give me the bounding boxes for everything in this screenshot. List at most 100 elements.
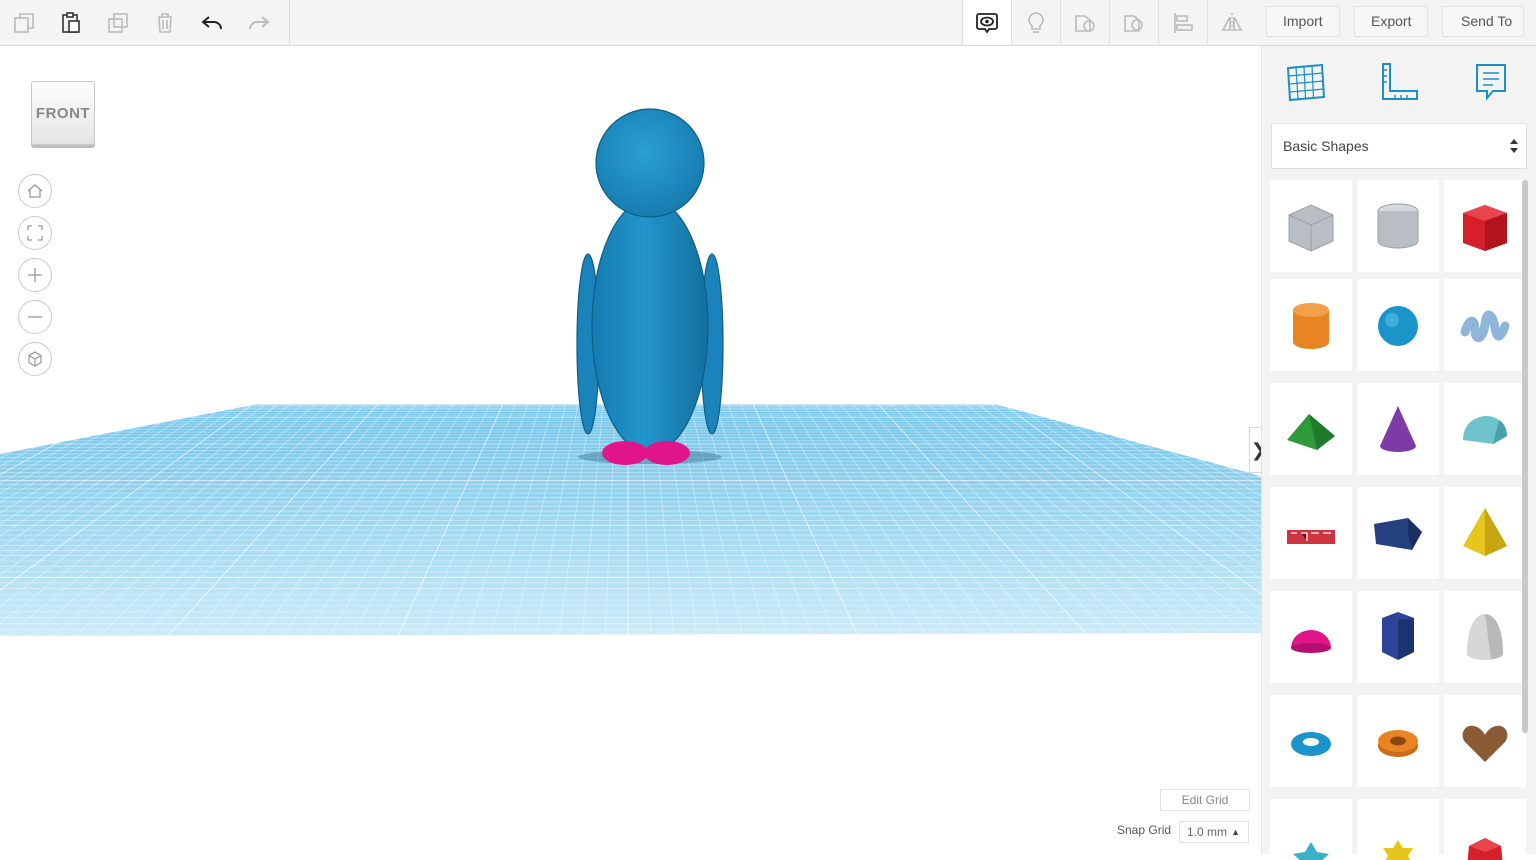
sphere-icon [1378,306,1418,346]
note-lightbulb-icon [1028,11,1044,33]
shape-tile-icosahedron[interactable] [1444,799,1526,860]
redo-button[interactable] [235,0,282,45]
hexagonal-prism-icon [1382,612,1414,660]
paste-button[interactable] [47,0,94,45]
shape-tile-paraboloid[interactable] [1444,591,1526,683]
icosahedron-icon [1467,838,1503,860]
text-icon [1287,530,1335,544]
fit-view-button[interactable] [18,216,52,250]
round-roof-icon [1463,416,1507,444]
undo-button[interactable] [188,0,235,45]
shape-tile-hexagonal-prism[interactable] [1357,591,1439,683]
mirror-icon [1221,12,1243,33]
note-button[interactable] [1011,0,1060,45]
torus-icon [1291,732,1331,756]
right-foot[interactable] [644,441,690,465]
redo-icon [248,15,270,29]
view-cube-label: FRONT [35,104,91,122]
shape-tile-tube[interactable] [1357,695,1439,787]
show-all-button[interactable] [962,0,1011,45]
shape-tile-cylinder-hole[interactable] [1357,180,1439,272]
shape-tile-star[interactable] [1270,799,1352,860]
duplicate-icon [107,12,128,33]
shape-tile-polygon[interactable] [1357,487,1439,579]
delete-button[interactable] [141,0,188,45]
align-icon [1174,12,1193,33]
box-icon [1463,205,1507,251]
shape-tile-torus[interactable] [1270,695,1352,787]
import-button[interactable]: Import [1266,6,1340,37]
show-all-icon [976,12,998,34]
align-button[interactable] [1158,0,1207,45]
notes-tab[interactable] [1467,58,1515,106]
half-sphere-icon [1291,630,1331,653]
left-foot[interactable] [602,441,648,465]
duplicate-button[interactable] [94,0,141,45]
hole-shape-icon [1124,14,1143,32]
shape-tile-box-hole[interactable] [1270,180,1352,272]
undo-icon [200,15,222,29]
workplane-scene [0,108,1261,636]
zoom-in-button[interactable] [18,258,52,292]
updown-chevron-icon [1510,139,1518,153]
shape-tile-box[interactable] [1444,180,1526,272]
copy-icon [13,12,34,33]
shape-tile-half-sphere[interactable] [1270,591,1352,683]
pyramid-icon [1463,508,1507,556]
home-view-button[interactable] [18,174,52,208]
shape-grid [1270,180,1526,860]
snap-grid-select[interactable]: 1.0 mm ▲ [1179,821,1249,843]
shape-tile-scribble[interactable] [1444,279,1526,371]
snap-grid-label: Snap Grid [1117,823,1172,837]
hole-button[interactable] [1109,0,1158,45]
shape-tile-sphere[interactable] [1357,279,1439,371]
workplane-grid-icon [1286,63,1326,102]
penguin-head[interactable] [595,108,705,218]
copy-button[interactable] [0,0,47,45]
shape-tile-pyramid[interactable] [1444,487,1526,579]
heart-icon [1462,725,1508,762]
delete-icon [157,12,172,33]
solid-shape-icon [1075,14,1095,32]
cylinder-icon [1293,303,1329,349]
panel-scrollbar[interactable] [1522,180,1528,733]
star-icon [1293,842,1329,860]
shape-tile-cylinder[interactable] [1270,279,1352,371]
perspective-button[interactable] [18,342,52,376]
mirror-button[interactable] [1207,0,1256,45]
scribble-icon [1460,310,1510,343]
export-button[interactable]: Export [1354,6,1429,37]
send-to-button[interactable]: Send To [1442,6,1524,37]
penguin-body[interactable] [591,198,709,454]
workplane-tab[interactable] [1282,58,1330,106]
tube-icon [1378,730,1418,757]
shape-tile-roof[interactable] [1270,383,1352,475]
cone-icon [1380,406,1416,452]
zoom-out-button[interactable] [18,300,52,334]
shape-tile-heart[interactable] [1444,695,1526,787]
view-cube[interactable]: FRONT [31,81,95,145]
solid-button[interactable] [1060,0,1109,45]
home-view-icon [27,184,43,198]
caret-up-icon: ▲ [1231,827,1240,837]
paraboloid-icon [1467,614,1503,660]
paste-icon [61,11,80,33]
shape-tile-round-roof[interactable] [1444,383,1526,475]
shapes-panel: Basic Shapes [1261,46,1536,860]
edit-tools-group [0,0,290,45]
box-hole-icon [1288,204,1334,252]
shape-library-value: Basic Shapes [1283,138,1369,154]
perspective-icon [28,351,42,367]
ruler-icon [1382,63,1418,100]
shape-tools-group [962,0,1262,45]
shape-library-select[interactable]: Basic Shapes [1271,123,1527,169]
shape-tile-cone[interactable] [1357,383,1439,475]
shape-tile-text[interactable] [1270,487,1352,579]
cylinder-hole-icon [1377,203,1419,249]
3d-viewport[interactable]: FRONT Edit Grid Snap Grid 1.0 mm ▲ [0,46,1261,854]
ruler-tab[interactable] [1375,58,1423,106]
top-toolbar: Import Export Send To [0,0,1536,46]
shape-tile-star-six-point[interactable] [1357,799,1439,860]
edit-grid-button[interactable]: Edit Grid [1160,789,1250,811]
notes-icon [1476,64,1506,101]
